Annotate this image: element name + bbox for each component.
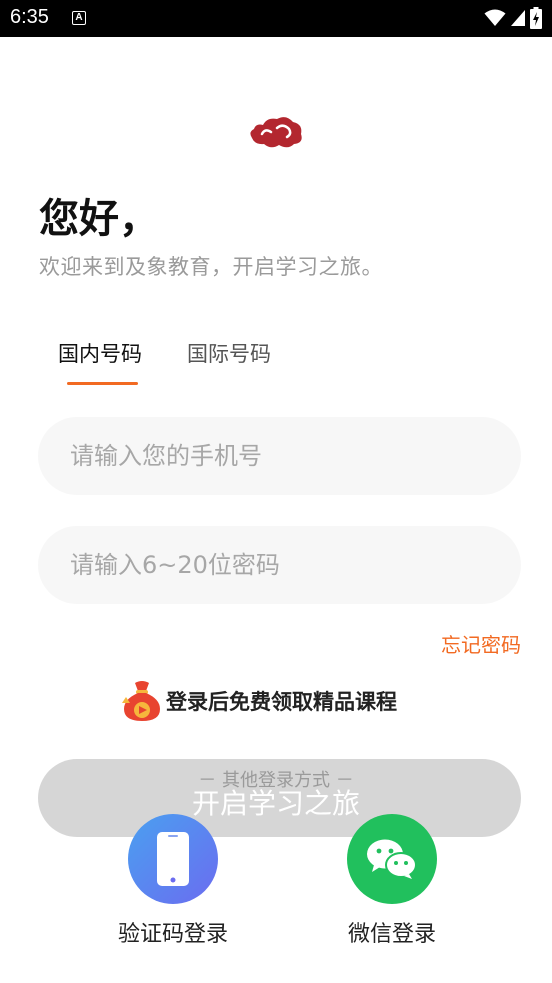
welcome-subtitle: 欢迎来到及象教育，开启学习之旅。 xyxy=(39,255,383,279)
wechat-login-label: 微信登录 xyxy=(347,922,436,947)
wechat-icon xyxy=(367,839,417,879)
greeting-title: 您好， xyxy=(39,196,159,242)
forgot-password-link[interactable]: 忘记密码 xyxy=(441,629,521,658)
tab-domestic-number[interactable]: 国内号码 xyxy=(58,338,142,368)
active-tab-indicator xyxy=(67,382,138,385)
start-learning-button-label: 开启学习之旅 xyxy=(191,787,360,820)
sms-login-circle[interactable] xyxy=(128,814,218,904)
battery-charging-icon xyxy=(530,7,542,29)
phone-input[interactable] xyxy=(38,417,521,495)
sms-code-login[interactable]: 验证码登录 xyxy=(103,814,243,948)
gift-bag-icon xyxy=(122,681,160,721)
signal-icon xyxy=(511,10,525,26)
promo-banner[interactable]: 登录后免费领取精品课程 xyxy=(120,678,397,724)
notification-a-icon: A xyxy=(72,11,86,25)
sms-login-label: 验证码登录 xyxy=(117,922,228,947)
status-time: 6:35 xyxy=(10,6,49,28)
wechat-login[interactable]: 微信登录 xyxy=(322,814,462,948)
wifi-icon xyxy=(484,9,506,26)
tab-international-number[interactable]: 国际号码 xyxy=(187,338,271,368)
status-icons xyxy=(484,7,542,29)
wechat-login-circle[interactable] xyxy=(347,814,437,904)
smartphone-icon xyxy=(157,832,189,886)
auspicious-cloud-icon xyxy=(250,117,302,148)
status-bar: 6:35 A xyxy=(0,0,552,37)
password-input[interactable] xyxy=(38,526,521,604)
promo-text: 登录后免费领取精品课程 xyxy=(166,690,397,714)
